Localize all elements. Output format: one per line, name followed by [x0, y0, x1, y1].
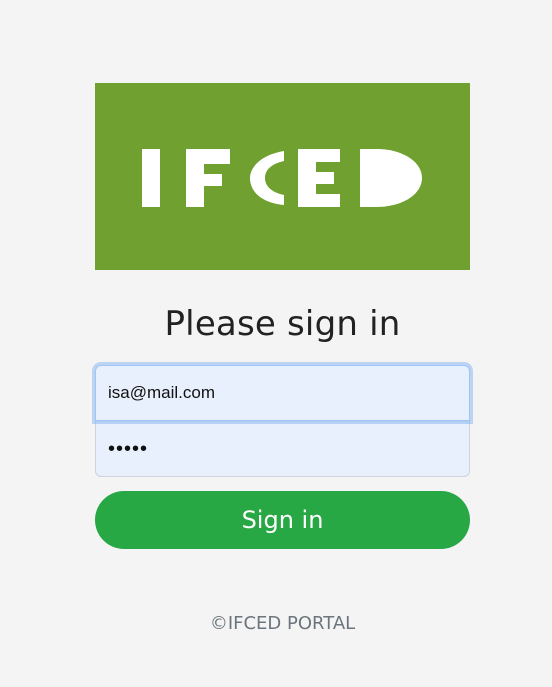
signin-form: Please sign in Sign in ©IFCED PORTAL	[95, 83, 470, 634]
ifced-logo	[95, 83, 470, 270]
email-field[interactable]	[95, 365, 470, 421]
sign-in-button[interactable]: Sign in	[95, 491, 470, 549]
page-title: Please sign in	[164, 304, 401, 344]
password-field[interactable]	[95, 421, 470, 477]
ifced-logo-mark	[141, 148, 422, 207]
footer-copyright: ©IFCED PORTAL	[209, 613, 356, 634]
